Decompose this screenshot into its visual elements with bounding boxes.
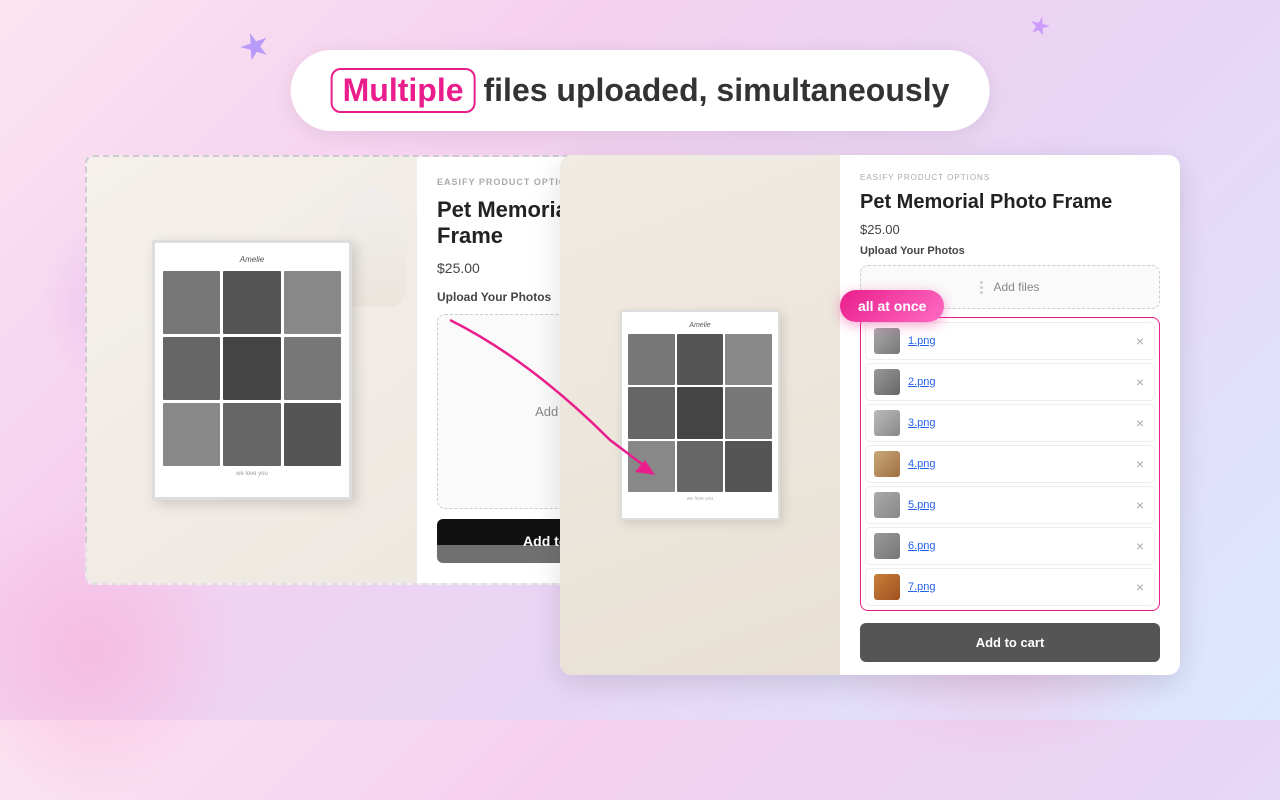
photo-9 [284,403,341,466]
file-item-3: 3.png × [865,404,1155,442]
frame-right-title: Amelie [628,322,772,332]
photo-5 [223,337,280,400]
frame-title: Amelie [163,255,341,268]
dot-3 [980,291,983,294]
file-remove-5[interactable]: × [1134,498,1146,512]
file-name-3[interactable]: 3.png [908,417,1126,429]
left-product-image: Amelie we love you [87,157,417,583]
file-thumb-5 [874,492,900,518]
photo-1 [163,271,220,334]
r-photo-8 [677,441,724,492]
file-name-5[interactable]: 5.png [908,499,1126,511]
header-rest: files uploaded, simultaneously [484,72,950,109]
file-thumb-6 [874,533,900,559]
file-item-7: 7.png × [865,568,1155,606]
right-product-panel: Amelie we love you EASIFY PRODUCT OPTION… [560,155,1180,675]
header-multiple: Multiple [331,68,476,113]
file-name-4[interactable]: 4.png [908,458,1126,470]
r-photo-3 [725,334,772,385]
file-remove-7[interactable]: × [1134,580,1146,594]
file-thumb-1 [874,328,900,354]
dot-1 [980,281,983,284]
file-thumb-2 [874,369,900,395]
right-panel-details: EASIFY PRODUCT OPTIONS Pet Memorial Phot… [840,155,1180,675]
r-photo-9 [725,441,772,492]
star-decoration-right [1025,13,1053,46]
right-upload-label: Upload Your Photos [860,245,1160,257]
r-photo-6 [725,387,772,438]
left-image-bg: Amelie we love you [87,157,417,583]
right-image-bg: Amelie we love you [560,155,840,675]
photo-8 [223,403,280,466]
frame-bottom: we love you [163,469,341,477]
file-item-1: 1.png × [865,322,1155,360]
r-photo-4 [628,387,675,438]
frame-mockup-left: Amelie we love you [152,240,352,500]
file-item-2: 2.png × [865,363,1155,401]
frame-right-bottom: we love you [628,494,772,502]
file-thumb-7 [874,574,900,600]
file-remove-1[interactable]: × [1134,334,1146,348]
photo-7 [163,403,220,466]
file-item-5: 5.png × [865,486,1155,524]
right-add-files-text: Add files [993,280,1039,294]
r-photo-7 [628,441,675,492]
photo-2 [223,271,280,334]
right-product-title: Pet Memorial Photo Frame [860,190,1160,214]
file-thumb-3 [874,410,900,436]
file-name-2[interactable]: 2.png [908,376,1126,388]
file-remove-6[interactable]: × [1134,539,1146,553]
photo-4 [163,337,220,400]
right-easify-label: EASIFY PRODUCT OPTIONS [860,173,1160,182]
file-thumb-4 [874,451,900,477]
r-photo-5 [677,387,724,438]
add-files-dots [980,281,983,294]
file-name-7[interactable]: 7.png [908,581,1126,593]
file-list: 1.png × 2.png × 3.png × 4.png × 5.png [860,317,1160,611]
photo-3 [284,271,341,334]
file-name-6[interactable]: 6.png [908,540,1126,552]
file-name-1[interactable]: 1.png [908,335,1126,347]
file-remove-2[interactable]: × [1134,375,1146,389]
r-photo-1 [628,334,675,385]
r-photo-2 [677,334,724,385]
file-remove-4[interactable]: × [1134,457,1146,471]
file-item-4: 4.png × [865,445,1155,483]
right-product-price: $25.00 [860,222,1160,237]
photo-6 [284,337,341,400]
file-remove-3[interactable]: × [1134,416,1146,430]
dot-2 [980,286,983,289]
all-at-once-tooltip: all at once [840,290,944,322]
star-decoration-left [234,26,277,74]
right-panel-image: Amelie we love you [560,155,840,675]
file-item-6: 6.png × [865,527,1155,565]
frame-mockup-right: Amelie we love you [620,310,780,520]
right-add-to-cart-button[interactable]: Add to cart [860,623,1160,662]
header-pill: Multiple files uploaded, simultaneously [291,50,990,131]
